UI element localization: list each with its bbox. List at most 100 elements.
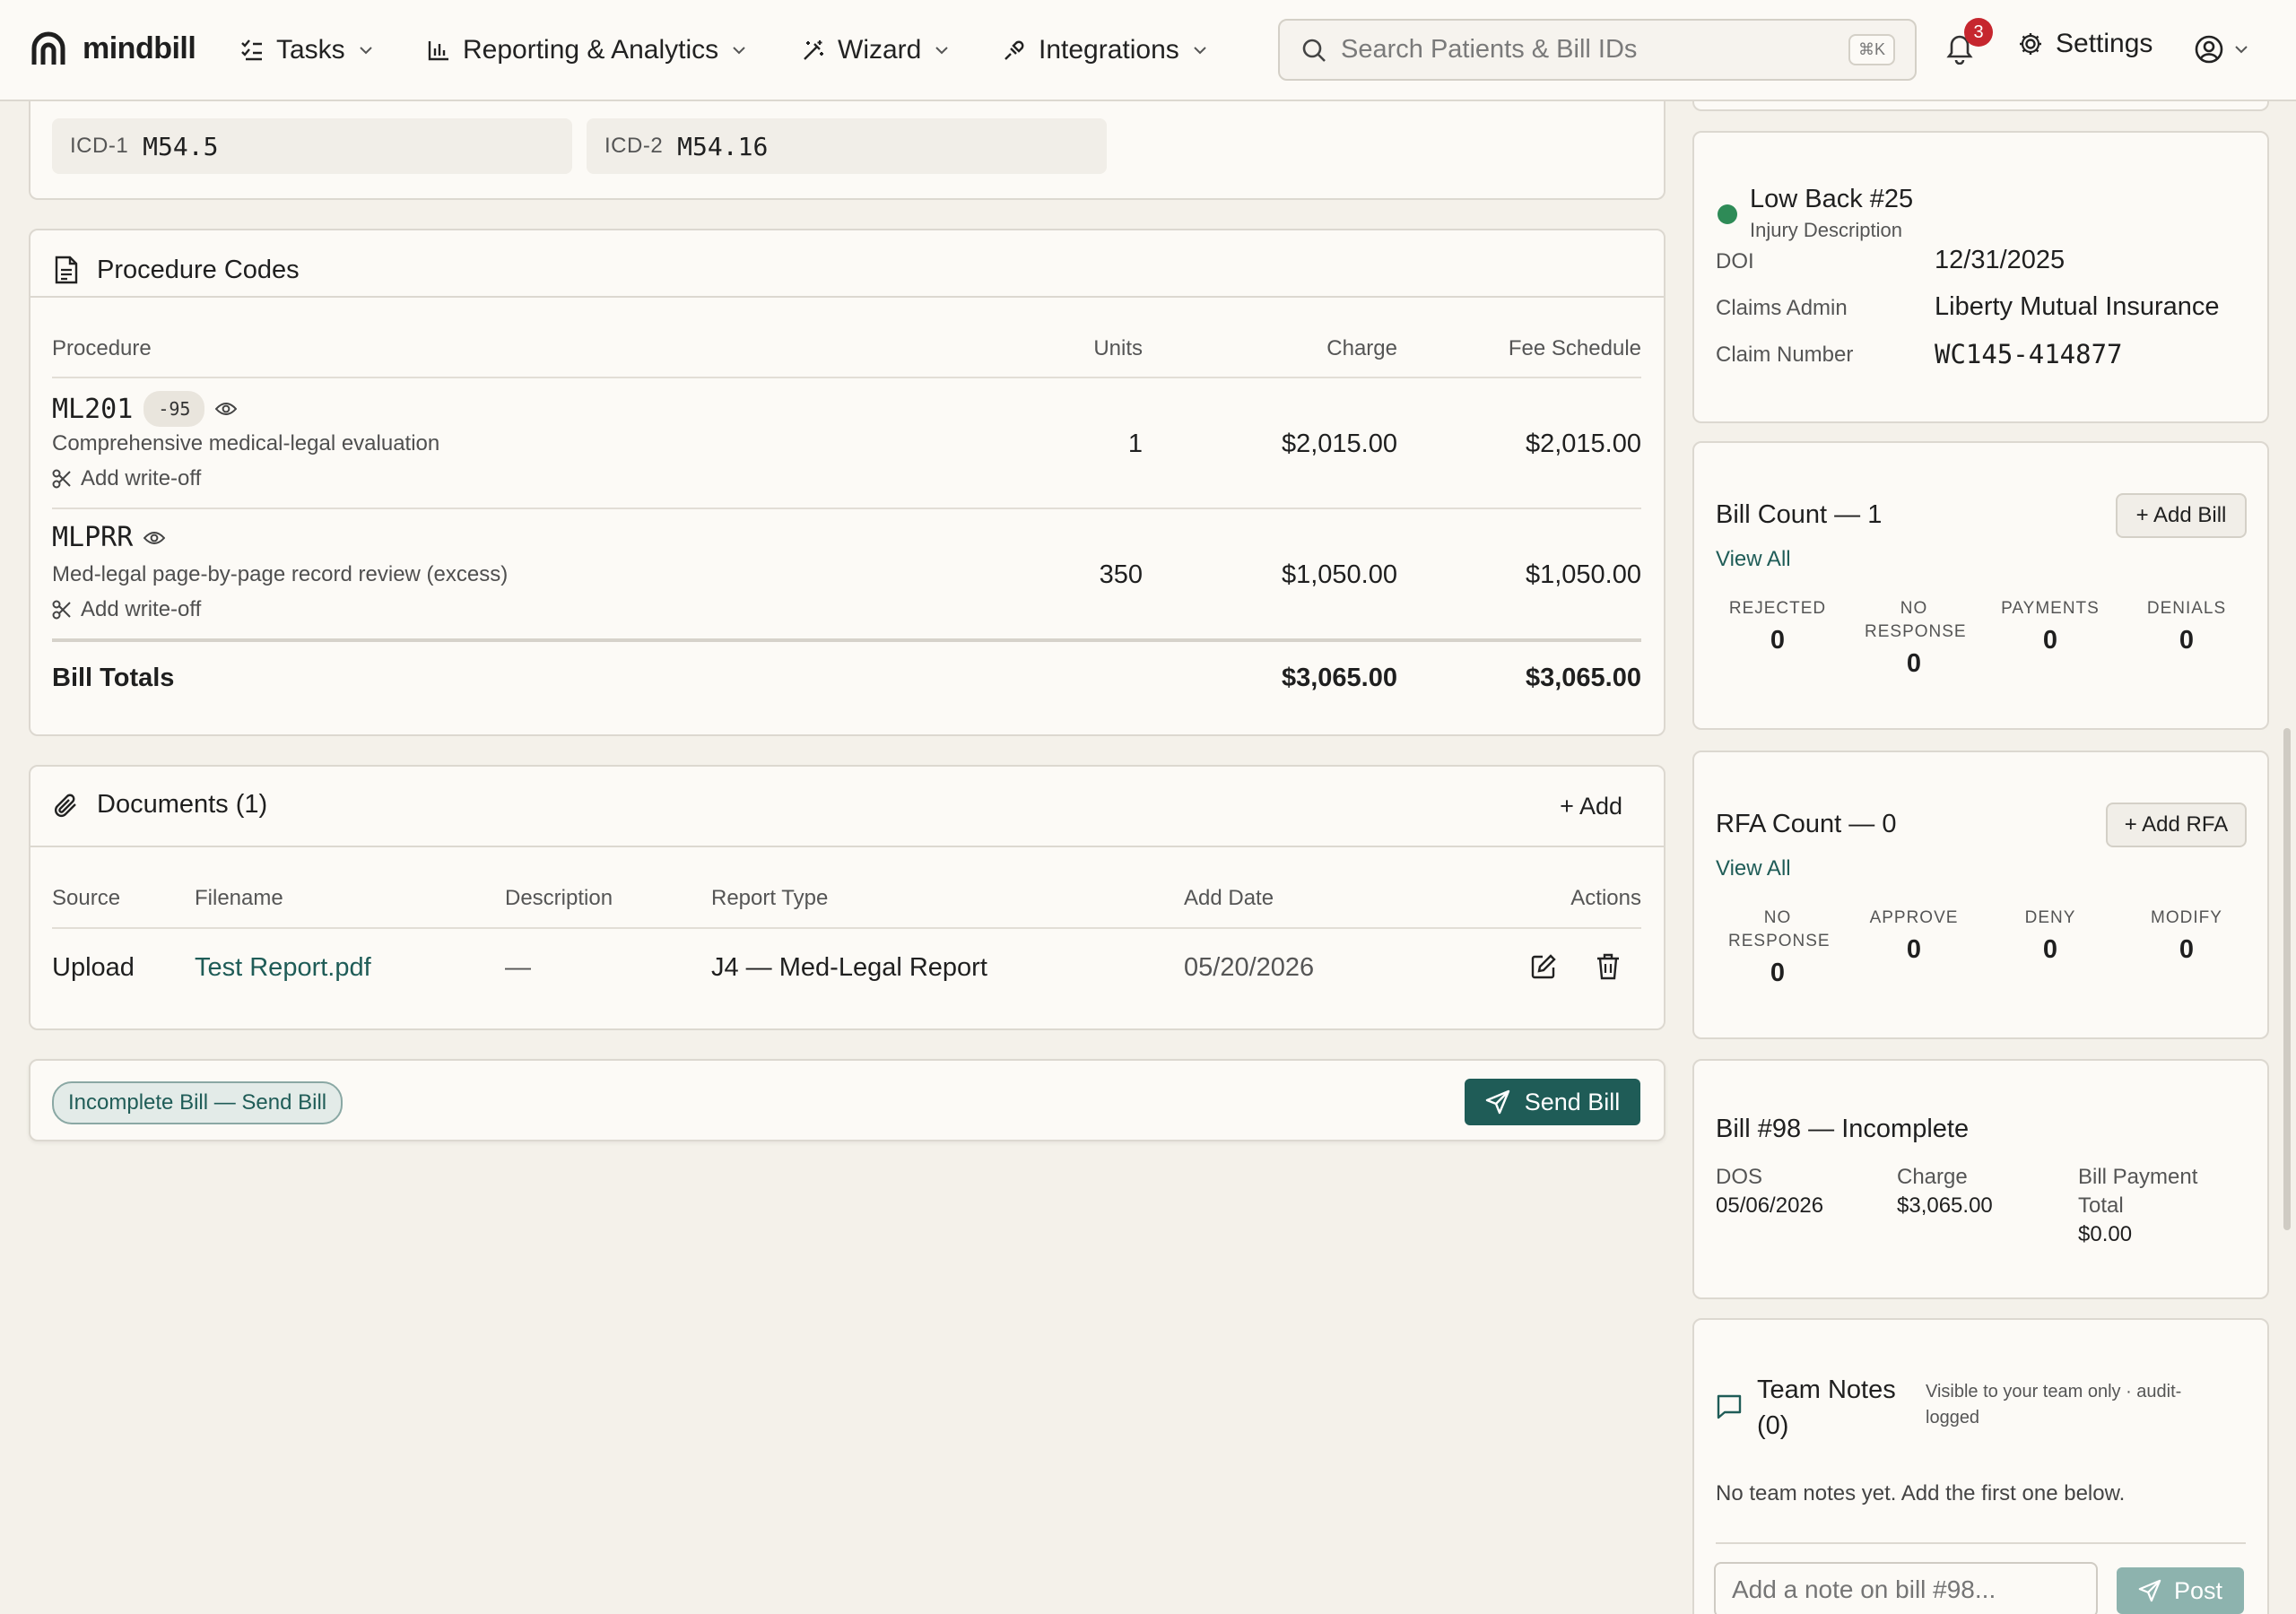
nav-integrations-label: Integrations — [1039, 35, 1179, 65]
bill-count-card: Bill Count — 1 + Add Bill View All REJEC… — [1692, 441, 2269, 730]
injury-subtitle: Injury Description — [1750, 219, 1902, 241]
stat-value: 0 — [1770, 626, 1786, 655]
team-note-input[interactable] — [1714, 1562, 2098, 1614]
post-note-button[interactable]: Post — [2117, 1567, 2244, 1614]
edit-icon — [1531, 954, 1556, 979]
top-navigation: mindbill Tasks Reporting & Analytics Wiz… — [0, 0, 2296, 101]
stat-modify: MODIFY 0 — [2119, 907, 2254, 965]
rfa-count-title: RFA Count — 0 — [1716, 810, 1897, 838]
document-icon — [55, 256, 78, 284]
stat-no-response: NO RESPONSE 0 — [1847, 597, 1981, 679]
stat-label: REJECTED — [1728, 599, 1827, 618]
bill-status-bar: Incomplete Bill — Send Bill Send Bill — [29, 1059, 1665, 1141]
chevron-down-icon — [935, 47, 949, 55]
search-input[interactable] — [1341, 35, 1825, 65]
add-write-off-link[interactable]: Add write-off — [52, 597, 201, 622]
nav-wizard-label: Wizard — [838, 35, 922, 65]
nav-tasks[interactable]: Tasks — [240, 27, 374, 74]
add-document-button[interactable]: + Add — [1560, 793, 1622, 820]
injury-status-dot — [1718, 204, 1737, 224]
stat-value: 0 — [2179, 935, 2195, 964]
brand-name: mindbill — [83, 30, 196, 65]
total-charge: $3,065.00 — [1281, 664, 1397, 692]
team-notes-empty-state: No team notes yet. Add the first one bel… — [1716, 1481, 2126, 1506]
document-add-date: 05/20/2026 — [1184, 953, 1315, 982]
edit-document-button[interactable] — [1530, 953, 1557, 980]
stat-value: 0 — [2042, 626, 2058, 655]
nav-reporting[interactable]: Reporting & Analytics — [427, 27, 747, 74]
stat-value: 0 — [2179, 626, 2195, 655]
procedure-description: Comprehensive medical-legal evaluation — [52, 431, 440, 456]
stat-value: 0 — [1906, 935, 1922, 964]
doi-label: DOI — [1716, 249, 1754, 273]
send-bill-button[interactable]: Send Bill — [1465, 1079, 1640, 1125]
section-title: Procedure Codes — [97, 255, 300, 284]
divider — [1716, 1542, 2246, 1544]
column-header-source: Source — [52, 886, 121, 910]
mindbill-logo-icon — [31, 31, 65, 65]
chevron-down-icon — [1194, 47, 1206, 55]
chevron-down-icon — [733, 47, 745, 55]
brand-logo[interactable]: mindbill — [30, 30, 196, 66]
bill-view-all-link[interactable]: View All — [1716, 547, 1791, 572]
page-scrollbar[interactable] — [2283, 728, 2291, 1230]
document-source: Upload — [52, 953, 135, 982]
nav-tasks-label: Tasks — [276, 35, 345, 65]
add-rfa-button[interactable]: + Add RFA — [2106, 803, 2247, 847]
rfa-view-all-link[interactable]: View All — [1716, 856, 1791, 881]
units-value: 350 — [1099, 560, 1143, 589]
icd-code-1[interactable]: ICD-1 M54.5 — [52, 118, 572, 174]
stat-value: 0 — [2042, 935, 2058, 964]
column-header-units: Units — [1093, 336, 1143, 360]
icd-value: M54.16 — [677, 131, 769, 161]
stat-value: 0 — [1770, 959, 1786, 987]
divider — [30, 296, 1664, 298]
stat-label: MODIFY — [2151, 908, 2222, 927]
nav-wizard[interactable]: Wizard — [802, 27, 950, 74]
icd-label: ICD-2 — [604, 134, 664, 158]
stat-label: NO RESPONSE — [1865, 599, 1967, 641]
global-search[interactable]: ⌘K — [1278, 19, 1917, 81]
nav-integrations[interactable]: Integrations — [1003, 27, 1208, 74]
document-filename-link[interactable]: Test Report.pdf — [195, 953, 371, 983]
section-title: Documents (1) — [97, 790, 268, 819]
tasks-icon — [241, 39, 262, 61]
chat-bubble-icon — [1717, 1394, 1742, 1419]
column-header-description: Description — [505, 886, 613, 910]
procedure-code-text: MLPRR — [52, 522, 134, 553]
user-menu-button[interactable] — [2194, 34, 2249, 65]
icd-value: M54.5 — [143, 131, 219, 161]
divider — [52, 638, 1641, 642]
settings-button[interactable]: Settings — [2018, 29, 2152, 59]
dos-label: DOS — [1716, 1165, 1763, 1189]
post-label: Post — [2173, 1576, 2223, 1604]
eye-icon[interactable] — [144, 530, 166, 546]
fee-schedule-value: $2,015.00 — [1525, 430, 1641, 458]
icd-label: ICD-1 — [70, 134, 129, 158]
bill-summary-card[interactable]: Bill #98 — Incomplete DOS 05/06/2026 Cha… — [1692, 1059, 2269, 1299]
column-header-report-type: Report Type — [711, 886, 829, 910]
paperclip-icon — [55, 794, 76, 817]
stat-label: DENY — [2024, 908, 2076, 927]
charge-value: $1,050.00 — [1281, 560, 1397, 589]
nav-reporting-label: Reporting & Analytics — [463, 35, 719, 65]
user-avatar-icon — [2195, 35, 2223, 64]
documents-header: Documents (1) — [54, 790, 267, 820]
procedure-code-text: ML201 — [52, 393, 134, 425]
icd-code-2[interactable]: ICD-2 M54.16 — [587, 118, 1107, 174]
bill-status-pill: Incomplete Bill — Send Bill — [52, 1081, 344, 1124]
stat-denials: DENIALS 0 — [2119, 597, 2254, 655]
total-fee-schedule: $3,065.00 — [1525, 664, 1641, 692]
search-shortcut-hint: ⌘K — [1848, 34, 1895, 65]
add-write-off-link[interactable]: Add write-off — [52, 466, 201, 491]
bill-count-title: Bill Count — 1 — [1716, 500, 1883, 529]
bill-payment-total-value: $0.00 — [2078, 1222, 2133, 1246]
send-icon — [2138, 1579, 2161, 1602]
delete-document-button[interactable] — [1596, 952, 1621, 981]
chevron-down-icon — [359, 47, 372, 55]
charge-value: $3,065.00 — [1897, 1193, 1993, 1218]
eye-icon[interactable] — [215, 401, 238, 417]
column-header-charge: Charge — [1326, 336, 1397, 360]
add-bill-button[interactable]: + Add Bill — [2116, 493, 2247, 538]
injury-card: Low Back #25 Injury Description DOI 12/3… — [1692, 131, 2269, 423]
